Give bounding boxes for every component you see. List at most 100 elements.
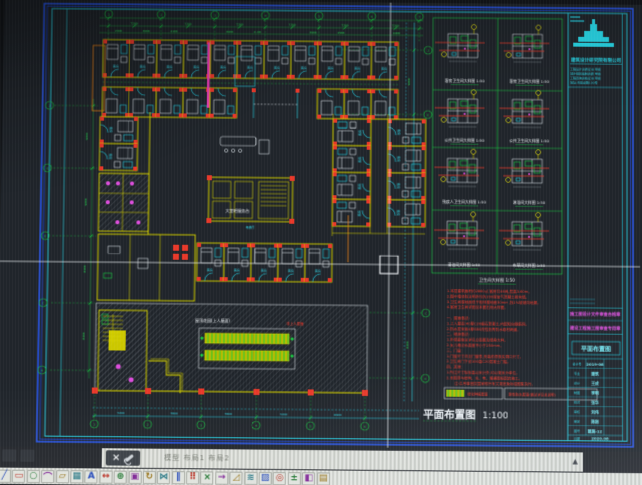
detail-caption: 客房卫生间大样图 1:50 (445, 78, 485, 83)
svg-text:四、其他:: 四、其他: (446, 364, 462, 369)
layer-icon[interactable]: ▤ (317, 472, 330, 485)
svg-text:2: 2 (160, 13, 162, 17)
svg-text:3600: 3600 (143, 29, 150, 33)
detail-caption: 清洁间大样图 1:50 (448, 262, 481, 267)
svg-text:7: 7 (418, 15, 420, 19)
solid-hatch-icon[interactable]: ▨ (259, 471, 272, 484)
detail-caption: 布草间大样图 1:50 (513, 263, 546, 268)
move-icon[interactable]: → (215, 471, 228, 484)
arc-icon[interactable]: ⌒ (41, 469, 54, 482)
svg-text:A: A (424, 377, 426, 381)
svg-text:E: E (44, 234, 46, 238)
svg-text:2.图中墙体除注明外均为200厚加气混凝土砌块墙。: 2.图中墙体除注明外均为200厚加气混凝土砌块墙。 (447, 294, 529, 300)
svg-text:二、墙身做法:: 二、墙身做法: (447, 331, 470, 336)
svg-text:7800: 7800 (170, 411, 178, 415)
svg-text:J: J (49, 104, 51, 108)
svg-text:G: G (427, 113, 429, 117)
donut-icon[interactable]: ◎ (273, 471, 286, 484)
roof-terrace: 屋顶花园(上人屋面) 非上人屋面 (92, 303, 369, 396)
bottom-ui-area: × 模型 布局1 布局2 ▲ ╱ ▭ ○ ⌒ ▱ ▦ A ↔ ⊕ ▣ ↻ ⋈ ∥… (0, 446, 642, 485)
ghost-icon (20, 450, 34, 462)
cad-canvas[interactable]: 客房 (0, 0, 642, 452)
polygon-icon[interactable]: ▱ (56, 470, 69, 483)
svg-text:2100: 2100 (254, 30, 261, 34)
monitor-photo: 客房 (0, 0, 642, 485)
chamfer-icon[interactable]: ◿ (230, 471, 243, 484)
svg-text:2.卫生间门下设100高C20混凝土门槛。: 2.卫生间门下设100高C20混凝土门槛。 (446, 359, 510, 365)
svg-text:审定: 审定 (574, 418, 580, 423)
offset-icon[interactable]: ∥ (172, 471, 185, 484)
rotate-icon[interactable]: ↻ (143, 470, 156, 483)
detail-caption: 淋浴间大样图 1:50 (513, 200, 546, 205)
svg-text:2020.06: 2020.06 (591, 436, 609, 441)
array-icon[interactable]: ⠿ (186, 471, 199, 484)
svg-text:地址:市建设路100号: 地址:市建设路100号 (570, 80, 597, 85)
tolerance-icon[interactable]: ± (288, 472, 301, 485)
line-icon[interactable]: ╱ (0, 469, 11, 482)
svg-text:审核: 审核 (574, 409, 580, 414)
layout-tabs[interactable]: 模型 布局1 布局2 (164, 453, 230, 464)
svg-text:三、门窗:: 三、门窗: (447, 348, 463, 353)
text-icon[interactable]: A (85, 470, 98, 483)
detail-footer-caption: 卫生间大样图 1:50 (479, 276, 515, 282)
detail-caption: 公共卫生间大样图 1:50 (509, 138, 549, 143)
svg-text:7200: 7200 (131, 22, 138, 26)
svg-text:3600: 3600 (226, 30, 233, 34)
svg-text:G: G (47, 166, 49, 170)
svg-text:8400: 8400 (83, 265, 87, 272)
svg-text:2400: 2400 (393, 31, 400, 35)
review-stamp: 建设工程施工图审查专用章 (569, 324, 621, 331)
svg-text:C: C (425, 311, 427, 315)
svg-text:5: 5 (318, 14, 320, 18)
svg-text:3: 3 (214, 13, 216, 17)
svg-text:1.上人屋面:40厚C20细石混凝土,内配双向钢筋网。: 1.上人屋面:40厚C20细石混凝土,内配双向钢筋网。 (447, 321, 529, 327)
detail-caption: 客房卫生间大样图 1:50 (510, 79, 550, 84)
svg-text:城乡规划编制资质 甲级: 城乡规划编制资质 甲级 (570, 71, 601, 76)
svg-text:7800: 7800 (224, 412, 232, 416)
svg-text:1.所注尺寸除标高以米计外,均以毫米为单位。: 1.所注尺寸除标高以米计外,均以毫米为单位。 (446, 369, 519, 375)
mirror-icon[interactable]: ⋈ (157, 470, 170, 483)
wrench-icon[interactable] (125, 454, 134, 462)
svg-text:C: C (42, 301, 44, 305)
svg-text:2.本图须与结构、水、电、暖通图纸配合施工。: 2.本图须与结构、水、电、暖通图纸配合施工。 (446, 375, 522, 381)
spline-icon[interactable]: ≋ (244, 471, 257, 484)
svg-text:4.客房卫生间详图见本图右侧大样图。: 4.客房卫生间详图见本图右侧大样图。 (447, 304, 508, 310)
hatch-icon[interactable]: ▦ (70, 470, 83, 483)
viewport-icon[interactable]: ◧ (302, 472, 315, 485)
osnap-icon[interactable]: ⊕ (114, 470, 127, 483)
svg-text:设计: 设计 (574, 380, 580, 385)
close-icon[interactable]: × (112, 453, 121, 463)
svg-text:李明: 李明 (590, 390, 599, 395)
svg-text:1500: 1500 (115, 29, 122, 33)
detail-caption: 公共卫生间大样图 1:50 (445, 138, 485, 143)
svg-text:绿化种植屋面: 绿化种植屋面 (467, 391, 488, 396)
svg-text:工程咨询资格证书 甲级: 工程咨询资格证书 甲级 (570, 75, 601, 80)
svg-text:1: 1 (108, 12, 110, 16)
rectangle-icon[interactable]: ▭ (12, 469, 25, 482)
scroll-up-arrow[interactable]: ▲ (572, 457, 577, 465)
svg-text:图号: 图号 (574, 428, 580, 433)
region-icon[interactable]: ▣ (128, 470, 141, 483)
svg-text:9000: 9000 (84, 198, 88, 205)
svg-text:A: A (41, 368, 43, 372)
svg-text:王成: 王成 (591, 381, 599, 386)
svg-text:7200: 7200 (392, 24, 399, 28)
lobby-label: 大堂吧服务台 (225, 208, 249, 213)
svg-text:刚性防水屋面(做法详见总说明): 刚性防水屋面(做法详见总说明) (509, 392, 557, 397)
svg-text:1.本层建筑面积约2860㎡,客房共46间,层高3.60m。: 1.本层建筑面积约2860㎡,客房共46间,层高3.60m。 (447, 288, 532, 294)
svg-text:8400: 8400 (405, 341, 409, 348)
stretch-icon[interactable]: ↔ (99, 470, 112, 483)
circle-icon[interactable]: ○ (27, 469, 40, 482)
review-stamp: 施工图设计文件审查合格章 (570, 310, 621, 316)
svg-text:4: 4 (265, 14, 267, 18)
svg-text:2019-08: 2019-08 (586, 362, 604, 367)
sheet-title: 平面布置图 (581, 345, 611, 353)
terrace-label: 屋顶花园(上人屋面) (195, 318, 231, 323)
svg-text:3.卫生间楼地面低于相邻楼地面30mm,找1%坡坡向地漏。: 3.卫生间楼地面低于相邻楼地面30mm,找1%坡坡向地漏。 (447, 299, 541, 305)
svg-text:1500: 1500 (337, 31, 344, 35)
svg-text:建施-12: 建施-12 (587, 429, 603, 434)
erase-icon[interactable]: × (201, 471, 214, 484)
svg-text:刘伟: 刘伟 (591, 410, 599, 415)
svg-text:7200: 7200 (236, 22, 243, 26)
svg-text:设计号: 设计号 (572, 361, 581, 366)
